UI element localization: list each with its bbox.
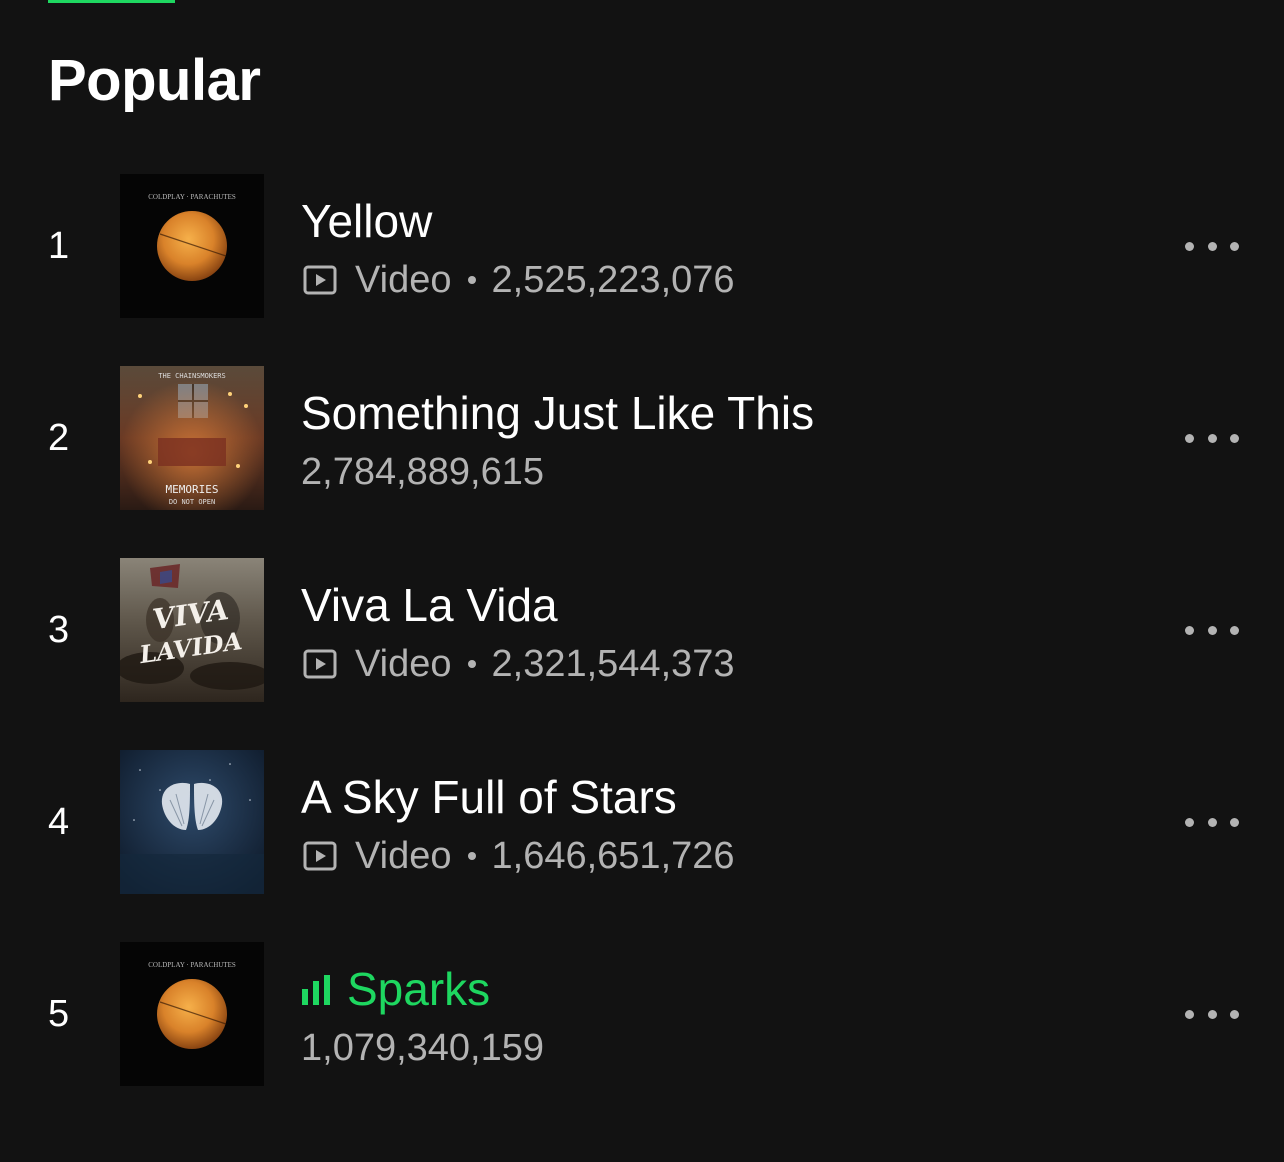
more-dot-icon bbox=[1230, 433, 1239, 443]
video-label: Video bbox=[355, 259, 452, 301]
track-title[interactable]: A Sky Full of Stars bbox=[301, 770, 677, 824]
play-count: 1,646,651,726 bbox=[491, 835, 735, 877]
track-row-2[interactable]: 2 THE CHAINSMOKERS MEMORIES DO NOT OPEN … bbox=[0, 366, 1284, 510]
play-count: 1,079,340,159 bbox=[301, 1027, 545, 1069]
track-meta: 1,079,340,159 bbox=[301, 1026, 544, 1070]
painting-cover-icon: VIVA LAVIDA bbox=[120, 558, 264, 702]
moon-cover-icon: COLDPLAY · PARACHUTES bbox=[120, 174, 264, 318]
track-number: 2 bbox=[48, 417, 70, 459]
more-dot-icon bbox=[1230, 241, 1239, 251]
track-meta: Video 2,525,223,076 bbox=[301, 258, 735, 302]
track-number: 3 bbox=[48, 609, 70, 651]
more-dot-icon bbox=[1230, 1009, 1239, 1019]
cover-caption: DO NOT OPEN bbox=[169, 498, 215, 506]
more-options-button[interactable] bbox=[1182, 998, 1242, 1030]
more-dot-icon bbox=[1207, 817, 1217, 827]
cover-caption: THE CHAINSMOKERS bbox=[158, 372, 225, 380]
play-count: 2,784,889,615 bbox=[301, 451, 545, 493]
more-dot-icon bbox=[1185, 625, 1194, 635]
video-label: Video bbox=[355, 643, 452, 685]
cover-caption: MEMORIES bbox=[166, 483, 219, 496]
popular-tracks-page: Popular 1 COLDPLAY · PARACHUTES Yellow V… bbox=[0, 0, 1284, 1162]
separator-dot bbox=[467, 852, 476, 860]
active-tab-indicator bbox=[48, 0, 175, 3]
video-icon bbox=[303, 265, 337, 295]
equalizer-icon bbox=[302, 975, 330, 1005]
more-dot-icon bbox=[1207, 433, 1217, 443]
track-title[interactable]: Something Just Like This bbox=[301, 386, 814, 440]
more-options-button[interactable] bbox=[1182, 614, 1242, 646]
track-number: 5 bbox=[48, 993, 70, 1035]
album-cover-parachutes[interactable]: COLDPLAY · PARACHUTES bbox=[120, 942, 264, 1086]
more-dot-icon bbox=[1185, 433, 1194, 443]
more-dot-icon bbox=[1230, 817, 1239, 827]
track-title: Sparks bbox=[347, 963, 491, 1015]
more-dot-icon bbox=[1230, 625, 1239, 635]
more-dot-icon bbox=[1185, 1009, 1194, 1019]
more-dot-icon bbox=[1185, 241, 1194, 251]
track-title[interactable]: Viva La Vida bbox=[301, 578, 558, 632]
play-count: 2,321,544,373 bbox=[491, 643, 735, 685]
wings-cover-icon bbox=[120, 750, 264, 894]
track-row-1[interactable]: 1 COLDPLAY · PARACHUTES Yellow Video 2,5… bbox=[0, 174, 1284, 318]
track-number: 4 bbox=[48, 801, 70, 843]
video-icon bbox=[303, 649, 337, 679]
track-meta: Video 2,321,544,373 bbox=[301, 642, 735, 686]
track-row-4[interactable]: 4 A Sky Full of Stars Video 1,646,651,72… bbox=[0, 750, 1284, 894]
album-cover-ghost-stories[interactable] bbox=[120, 750, 264, 894]
cover-caption: COLDPLAY · PARACHUTES bbox=[148, 961, 236, 969]
track-number: 1 bbox=[48, 225, 70, 267]
track-row-3[interactable]: 3 VIVA LAVIDA Viva La Vida Video 2,321,5… bbox=[0, 558, 1284, 702]
cover-caption: COLDPLAY · PARACHUTES bbox=[148, 193, 236, 201]
track-row-5[interactable]: 5 COLDPLAY · PARACHUTES Sparks 1,079,340… bbox=[0, 942, 1284, 1086]
section-title: Popular bbox=[48, 48, 261, 113]
more-options-button[interactable] bbox=[1182, 422, 1242, 454]
album-cover-memories[interactable]: THE CHAINSMOKERS MEMORIES DO NOT OPEN bbox=[120, 366, 264, 510]
track-meta: 2,784,889,615 bbox=[301, 450, 544, 494]
track-meta: Video 1,646,651,726 bbox=[301, 834, 735, 878]
album-cover-parachutes[interactable]: COLDPLAY · PARACHUTES bbox=[120, 174, 264, 318]
separator-dot bbox=[467, 276, 476, 284]
separator-dot bbox=[467, 660, 476, 668]
track-title[interactable]: Yellow bbox=[301, 194, 432, 248]
album-cover-viva-la-vida[interactable]: VIVA LAVIDA bbox=[120, 558, 264, 702]
video-icon bbox=[303, 841, 337, 871]
more-dot-icon bbox=[1207, 241, 1217, 251]
moon-cover-icon: COLDPLAY · PARACHUTES bbox=[120, 942, 264, 1086]
more-options-button[interactable] bbox=[1182, 806, 1242, 838]
more-dot-icon bbox=[1207, 1009, 1217, 1019]
more-dot-icon bbox=[1207, 625, 1217, 635]
play-count: 2,525,223,076 bbox=[491, 259, 735, 301]
room-cover-icon: THE CHAINSMOKERS MEMORIES DO NOT OPEN bbox=[120, 366, 264, 510]
more-options-button[interactable] bbox=[1182, 230, 1242, 262]
track-title-playing[interactable]: Sparks bbox=[301, 962, 490, 1016]
video-label: Video bbox=[355, 835, 452, 877]
more-dot-icon bbox=[1185, 817, 1194, 827]
